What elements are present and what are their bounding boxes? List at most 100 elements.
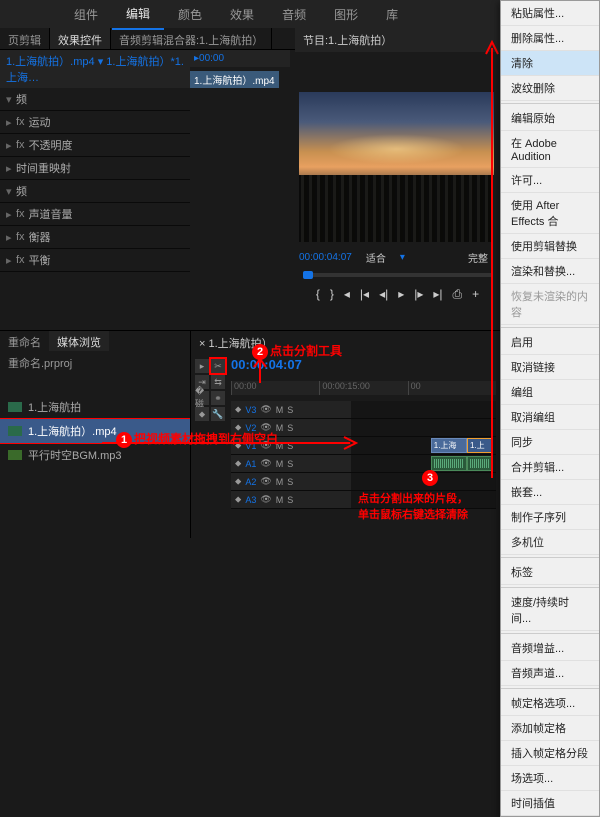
program-viewport[interactable]	[299, 92, 494, 242]
quality-full[interactable]: 完整	[460, 250, 496, 265]
mini-timecode: ▸ 00:00	[190, 50, 290, 67]
program-tab[interactable]: 节目:1.上海航拍）	[295, 28, 500, 52]
ripple-tool-icon[interactable]: ⇆	[211, 375, 225, 389]
menu-item-18[interactable]: 合并剪辑...	[501, 455, 599, 480]
project-item-0[interactable]: 1.上海航拍	[0, 395, 190, 419]
transport-bar: 00:00:04:07 适合 ▾ 完整	[295, 246, 500, 269]
panel-tab-source[interactable]: 页剪辑	[0, 28, 50, 49]
menu-item-16[interactable]: 取消编组	[501, 405, 599, 430]
track-V2[interactable]: ⬥V2👁MS	[231, 419, 496, 437]
panel-tab-audiomixer[interactable]: 音频剪辑混合器:1.上海航拍）	[111, 28, 272, 49]
step-back-icon[interactable]: ◂	[344, 287, 350, 302]
marker-icon[interactable]: ⬥	[195, 407, 209, 421]
link-icon[interactable]: ⚭	[211, 391, 225, 405]
wrench-icon[interactable]: 🔧	[211, 407, 225, 421]
export-frame-icon[interactable]: ⎙	[453, 287, 463, 302]
menu-item-11[interactable]: 恢复未渲染的内容	[501, 284, 599, 325]
menu-item-2[interactable]: 清除	[501, 51, 599, 76]
goto-out-icon[interactable]: ▸|	[433, 287, 442, 302]
settings-icon[interactable]: +	[472, 287, 479, 302]
menu-item-33[interactable]: 场选项...	[501, 766, 599, 791]
snap-icon[interactable]: �磁	[195, 391, 209, 405]
track-V3[interactable]: ⬥V3👁MS	[231, 401, 496, 419]
effect-prop-1[interactable]: ▸fx运动	[0, 111, 190, 134]
mark-out-icon[interactable]: }	[330, 287, 334, 302]
timeline-panel: × 1.上海航拍） 00:00:04:07 ▸ ✂ ⇥ ⇆ �磁 ⚭ ⬥ 🔧 0…	[190, 331, 500, 538]
menu-item-10[interactable]: 渲染和替换...	[501, 259, 599, 284]
prev-frame-icon[interactable]: ◂|	[379, 287, 388, 302]
goto-in-icon[interactable]: |◂	[360, 287, 369, 302]
menu-item-17[interactable]: 同步	[501, 430, 599, 455]
workspace-tab-1[interactable]: 编辑	[112, 0, 164, 30]
workspace-tab-6[interactable]: 库	[372, 0, 412, 29]
program-timecode[interactable]: 00:00:04:07	[299, 252, 352, 263]
workspace-tab-4[interactable]: 音频	[268, 0, 320, 29]
menu-item-19[interactable]: 嵌套...	[501, 480, 599, 505]
menu-item-1[interactable]: 删除属性...	[501, 26, 599, 51]
program-monitor: 节目:1.上海航拍） 00:00:04:07 适合 ▾ 完整 { } ◂ |◂ …	[295, 28, 500, 308]
zoom-fit[interactable]: 适合	[358, 250, 394, 265]
clip-A1-0[interactable]	[431, 456, 467, 471]
menu-item-13[interactable]: 启用	[501, 330, 599, 355]
track-A3[interactable]: ⬥A3👁MS	[231, 491, 496, 509]
next-frame-icon[interactable]: |▸	[414, 287, 423, 302]
play-icon[interactable]: ▸	[398, 287, 404, 302]
scrub-slider[interactable]	[303, 273, 492, 277]
workspace-tab-2[interactable]: 颜色	[164, 0, 216, 29]
menu-item-0[interactable]: 粘贴属性...	[501, 1, 599, 26]
track-A1[interactable]: ⬥A1👁MS	[231, 455, 496, 473]
project-tab-1[interactable]: 媒体浏览	[49, 331, 109, 351]
menu-item-8[interactable]: 使用 After Effects 合	[501, 193, 599, 234]
effect-prop-3[interactable]: ▸时间重映射	[0, 157, 190, 180]
workspace-tab-3[interactable]: 效果	[216, 0, 268, 29]
effect-prop-2[interactable]: ▸fx不透明度	[0, 134, 190, 157]
timeline-tools: ▸ ✂ ⇥ ⇆ �磁 ⚭ ⬥ 🔧	[195, 359, 227, 421]
effect-prop-0[interactable]: ▾频	[0, 88, 190, 111]
menu-item-9[interactable]: 使用剪辑替换	[501, 234, 599, 259]
menu-item-14[interactable]: 取消链接	[501, 355, 599, 380]
workspace-tab-0[interactable]: 组件	[60, 0, 112, 29]
clip-V1-0[interactable]: 1.上海航拍）.mp4 [V]	[431, 438, 467, 453]
mini-clip-label[interactable]: 1.上海航拍）.mp4	[190, 71, 279, 88]
clip-A1-1[interactable]	[467, 456, 493, 471]
menu-item-5[interactable]: 编辑原始	[501, 106, 599, 131]
panel-tab-effects[interactable]: 效果控件	[50, 28, 111, 49]
workspace-tab-5[interactable]: 图形	[320, 0, 372, 29]
menu-item-31[interactable]: 添加帧定格	[501, 716, 599, 741]
effect-prop-6[interactable]: ▸fx衡器	[0, 226, 190, 249]
project-tab-0[interactable]: 重命名	[0, 331, 49, 351]
razor-tool-icon[interactable]: ✂	[211, 359, 225, 373]
menu-item-34[interactable]: 时间插值	[501, 791, 599, 816]
chevron-down-icon[interactable]: ▾	[400, 252, 405, 263]
menu-item-21[interactable]: 多机位	[501, 530, 599, 555]
track-V1[interactable]: ⬥V1👁MS1.上海航拍）.mp4 [V]1.上海航	[231, 437, 496, 455]
time-ruler[interactable]: 00:0000:00:15:0000	[231, 381, 496, 395]
source-clip-name[interactable]: 1.上海航拍）.mp4 ▾ 1.上海航拍）*1.上海…	[0, 50, 190, 88]
menu-item-3[interactable]: 波纹删除	[501, 76, 599, 101]
track-A2[interactable]: ⬥A2👁MS	[231, 473, 496, 491]
mark-in-icon[interactable]: {	[316, 287, 320, 302]
menu-item-30[interactable]: 帧定格选项...	[501, 691, 599, 716]
context-menu: 粘贴属性...删除属性...清除波纹删除编辑原始在 Adobe Audition…	[500, 0, 600, 817]
playhead-time[interactable]: 00:00:04:07	[191, 355, 500, 374]
selection-tool-icon[interactable]: ▸	[195, 359, 209, 373]
clip-V1-1[interactable]: 1.上海航	[467, 438, 493, 453]
effect-prop-4[interactable]: ▾频	[0, 180, 190, 203]
menu-item-20[interactable]: 制作子序列	[501, 505, 599, 530]
effect-prop-5[interactable]: ▸fx声道音量	[0, 203, 190, 226]
playback-controls: { } ◂ |◂ ◂| ▸ |▸ ▸| ⎙ +	[295, 281, 500, 308]
menu-item-15[interactable]: 编组	[501, 380, 599, 405]
sequence-name[interactable]: × 1.上海航拍）	[191, 331, 500, 355]
menu-item-32[interactable]: 插入帧定格分段	[501, 741, 599, 766]
bottom-panels: 重命名媒体浏览 重命名.prproj 1.上海航拍1.上海航拍）.mp4平行时空…	[0, 330, 500, 538]
project-item-2[interactable]: 平行时空BGM.mp3	[0, 443, 190, 467]
menu-item-27[interactable]: 音频增益...	[501, 636, 599, 661]
project-file: 重命名.prproj	[0, 351, 190, 375]
menu-item-28[interactable]: 音频声道...	[501, 661, 599, 686]
menu-item-25[interactable]: 速度/持续时间...	[501, 590, 599, 631]
menu-item-23[interactable]: 标签	[501, 560, 599, 585]
menu-item-7[interactable]: 许可...	[501, 168, 599, 193]
menu-item-6[interactable]: 在 Adobe Audition	[501, 131, 599, 168]
project-item-1[interactable]: 1.上海航拍）.mp4	[0, 419, 190, 443]
effect-prop-7[interactable]: ▸fx平衡	[0, 249, 190, 272]
